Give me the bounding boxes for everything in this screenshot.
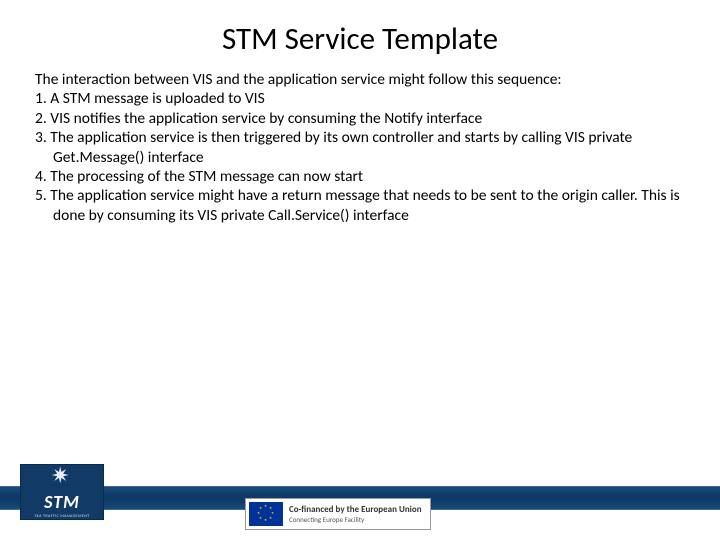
list-item: 4. The processing of the STM message can… (35, 167, 685, 186)
list-item: 2. VIS notifies the application service … (35, 109, 685, 128)
slide-title: STM Service Template (0, 0, 720, 70)
intro-text: The interaction between VIS and the appl… (35, 70, 685, 89)
step-list: 1. A STM message is uploaded to VIS 2. V… (35, 89, 685, 225)
compass-burst-icon (51, 469, 73, 491)
eu-flag-icon: ★ ★ ★ ★ ★ ★ ★ ★ (249, 502, 283, 526)
stm-logo-text: STM (44, 493, 80, 511)
eu-badge-line2: Connecting Europe Facility (289, 516, 422, 523)
eu-badge-text: Co-financed by the European Union Connec… (289, 505, 422, 523)
stm-logo-subtext: SEA TRAFFIC MANAGEMENT (35, 514, 90, 519)
body-content: The interaction between VIS and the appl… (0, 70, 720, 225)
eu-badge-line1: Co-financed by the European Union (289, 505, 422, 514)
slide: STM Service Template The interaction bet… (0, 0, 720, 540)
stm-logo: STM SEA TRAFFIC MANAGEMENT (20, 464, 104, 520)
list-item: 3. The application service is then trigg… (35, 128, 685, 167)
list-item: 5. The application service might have a … (35, 186, 685, 225)
list-item: 1. A STM message is uploaded to VIS (35, 89, 685, 108)
eu-cofinance-badge: ★ ★ ★ ★ ★ ★ ★ ★ Co-financed by the Europ… (245, 498, 431, 530)
